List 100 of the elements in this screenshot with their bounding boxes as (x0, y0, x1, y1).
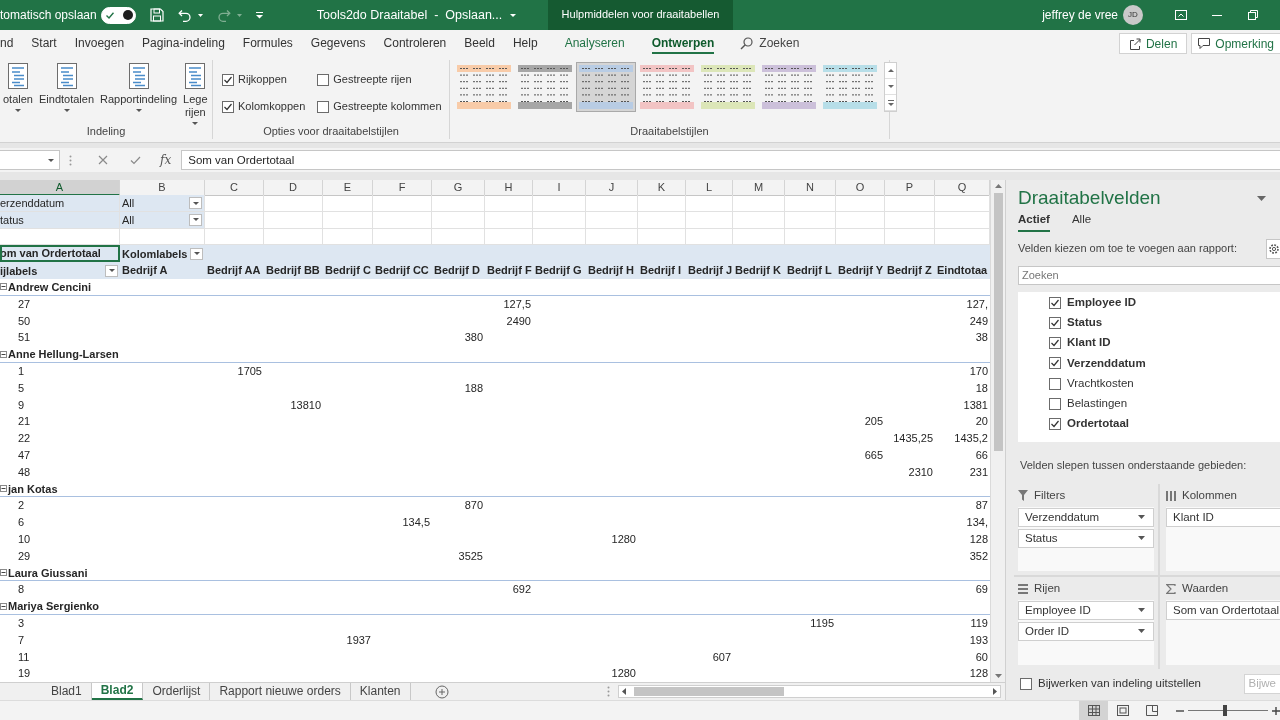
drop-zone[interactable]: Verzenddatum Status (1018, 507, 1154, 571)
page-layout-icon[interactable] (1116, 705, 1129, 716)
enter-icon[interactable] (130, 155, 141, 165)
panel-tab[interactable]: Alle (1071, 213, 1092, 232)
caret-icon[interactable] (197, 13, 203, 17)
minus-icon[interactable] (1176, 709, 1184, 712)
zoom-slider[interactable] (1188, 705, 1268, 716)
share-button[interactable]: Delen (1118, 33, 1188, 54)
ribbon-tab[interactable]: Ontwerpen (651, 32, 715, 55)
empty-cell[interactable] (885, 211, 935, 229)
empty-cell[interactable] (533, 195, 586, 212)
empty-cell[interactable] (533, 211, 586, 229)
plus-icon[interactable] (1272, 706, 1280, 715)
minimize-icon[interactable] (1212, 14, 1222, 16)
empty-cell[interactable] (0, 228, 120, 246)
empty-cell[interactable] (432, 195, 485, 212)
right-arrow-icon[interactable] (993, 688, 997, 695)
user-avatar[interactable]: JD (1123, 5, 1143, 25)
slider-thumb[interactable] (1222, 705, 1227, 716)
down-arrow-icon[interactable] (994, 674, 1002, 678)
ribbon-tab[interactable]: Pagina-indeling (142, 32, 225, 55)
empty-cell[interactable] (323, 211, 373, 229)
collapse-icon[interactable] (0, 569, 7, 577)
name-box[interactable] (0, 150, 60, 170)
checkbox[interactable] (317, 73, 330, 86)
column-header[interactable]: C (205, 180, 264, 196)
left-arrow-icon[interactable] (622, 688, 626, 695)
column-header[interactable]: I (533, 180, 586, 196)
empty-cell[interactable] (373, 211, 432, 229)
comments-button[interactable]: Opmerking (1191, 33, 1280, 54)
column-header[interactable]: H (485, 180, 533, 196)
column-header[interactable]: D (264, 180, 323, 196)
empty-cell[interactable] (638, 195, 686, 212)
empty-cell[interactable] (785, 211, 836, 229)
autosave-toggle[interactable] (100, 6, 136, 24)
empty-cell[interactable] (485, 195, 533, 212)
area-field-button[interactable]: Som van Ordertotaal (1166, 601, 1280, 620)
caret-icon[interactable] (236, 13, 242, 17)
collapse-icon[interactable] (0, 350, 7, 358)
column-header[interactable]: J (586, 180, 638, 196)
grip-icon[interactable] (69, 154, 72, 166)
empty-cell[interactable] (686, 195, 733, 212)
ribbon-button[interactable]: Lege rijen (180, 60, 211, 124)
area-field-button[interactable]: Order ID (1018, 622, 1154, 641)
ribbon-tab[interactable]: Help (512, 32, 538, 55)
drop-zone[interactable]: Som van Ordertotaal (1166, 600, 1280, 665)
vertical-scrollbar[interactable] (990, 180, 1005, 682)
ribbon-tab[interactable]: Gegevens (310, 32, 366, 55)
empty-cell[interactable] (785, 195, 836, 212)
checkbox[interactable] (1049, 317, 1061, 330)
checkbox[interactable] (1049, 296, 1061, 309)
empty-cell[interactable] (836, 211, 885, 229)
collapse-icon[interactable] (0, 283, 7, 291)
add-sheet-button[interactable] (434, 683, 449, 700)
column-header[interactable]: Q (935, 180, 990, 196)
empty-cell[interactable] (323, 195, 373, 212)
panel-tab[interactable]: Actief (1018, 213, 1050, 232)
drop-zone[interactable]: Klant ID (1166, 507, 1280, 571)
scrollbar-thumb[interactable] (634, 687, 784, 696)
cancel-icon[interactable] (98, 155, 108, 165)
empty-cell[interactable] (686, 211, 733, 229)
column-header[interactable]: L (686, 180, 733, 196)
checkbox[interactable] (1049, 357, 1061, 370)
ribbon-tab[interactable]: Beeld (464, 32, 495, 55)
area-field-button[interactable]: Employee ID (1018, 601, 1154, 620)
caret-icon[interactable] (510, 13, 517, 17)
checkbox[interactable] (1049, 397, 1061, 410)
panel-options-button[interactable] (1257, 195, 1266, 201)
empty-cell[interactable] (485, 211, 533, 229)
collapse-icon[interactable] (0, 602, 7, 610)
scrollbar-thumb[interactable] (993, 193, 1003, 451)
checkbox[interactable] (1049, 377, 1061, 390)
sheet-tab[interactable]: Blad2 (91, 683, 144, 700)
customize-icon[interactable] (255, 11, 263, 19)
tools-button[interactable] (1266, 238, 1280, 259)
checkbox[interactable] (1020, 678, 1032, 690)
dropdown-button[interactable] (189, 197, 202, 209)
horizontal-scrollbar[interactable] (618, 685, 1001, 698)
formula-field[interactable]: Som van Ordertotaal (181, 150, 1280, 170)
empty-cell[interactable] (836, 195, 885, 212)
page-break-icon[interactable] (1145, 705, 1158, 716)
column-header[interactable]: B (120, 180, 205, 196)
column-header[interactable]: M (733, 180, 785, 196)
empty-cell[interactable] (586, 211, 638, 229)
ribbon-tab[interactable]: Invoegen (74, 32, 125, 55)
column-header[interactable]: E (323, 180, 373, 196)
search-button[interactable]: Zoeken (740, 36, 800, 51)
area-field-button[interactable]: Status (1018, 529, 1154, 548)
ribbon-display-icon[interactable] (1175, 10, 1187, 20)
checkbox[interactable] (222, 73, 234, 86)
drop-zone[interactable]: Employee ID Order ID (1018, 600, 1154, 665)
dropdown-button[interactable] (190, 247, 203, 260)
empty-cell[interactable] (638, 211, 686, 229)
column-header[interactable]: P (885, 180, 935, 196)
dropdown-button[interactable] (189, 213, 202, 226)
column-header[interactable]: K (638, 180, 686, 196)
area-field-button[interactable]: Verzenddatum (1018, 508, 1154, 527)
grip-icon[interactable] (607, 686, 610, 697)
column-header[interactable]: F (373, 180, 432, 196)
normal-view-icon[interactable] (1087, 705, 1100, 716)
